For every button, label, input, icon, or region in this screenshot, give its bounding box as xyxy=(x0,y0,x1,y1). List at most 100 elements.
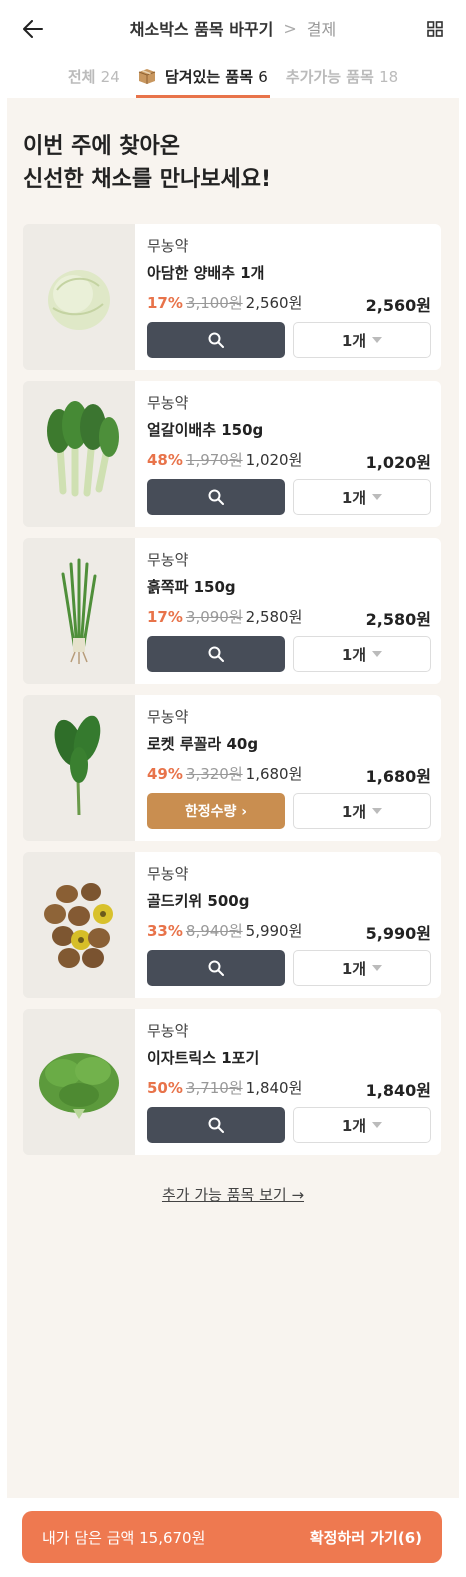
back-button[interactable] xyxy=(18,14,48,44)
caret-down-icon xyxy=(372,337,383,343)
product-image-chives[interactable] xyxy=(23,538,135,684)
item-total: 1,680원 xyxy=(365,767,431,786)
grid-icon xyxy=(427,21,443,37)
original-price: 3,100원 xyxy=(185,294,243,312)
tab-in-box[interactable]: 담겨있는 품목 6 xyxy=(135,56,270,98)
product-image-lettuce[interactable] xyxy=(23,1009,135,1155)
discount-rate: 49% xyxy=(147,765,183,783)
quantity-select[interactable]: 1개 xyxy=(293,322,431,358)
product-tag: 무농약 xyxy=(147,708,189,726)
discount-rate: 33% xyxy=(147,922,183,940)
search-button[interactable] xyxy=(147,1107,285,1143)
item-total: 2,580원 xyxy=(365,610,431,629)
quantity-value: 1개 xyxy=(341,802,367,821)
price-line: 50% 3,710원 1,840원 xyxy=(147,1077,302,1098)
quantity-select[interactable]: 1개 xyxy=(293,793,431,829)
tab-count: 6 xyxy=(258,68,268,86)
tab-label: 담겨있는 품목 xyxy=(165,68,254,86)
arrow-left-icon xyxy=(23,20,43,38)
sale-price: 1,020원 xyxy=(245,451,303,469)
product-card: 무농약 흙쪽파 150g 17% 3,090원 2,580원 2,580원 1개 xyxy=(23,538,441,684)
search-icon xyxy=(208,1117,224,1133)
search-icon xyxy=(208,489,224,505)
product-card: 무농약 골드키위 500g 33% 8,940원 5,990원 5,990원 1개 xyxy=(23,852,441,998)
breadcrumb-current: 채소박스 품목 바꾸기 xyxy=(129,20,274,39)
quantity-select[interactable]: 1개 xyxy=(293,479,431,515)
tab-bar: 전체 24 담겨있는 품목 6 추가가능 품목 18 xyxy=(0,56,466,98)
product-image-arugula[interactable] xyxy=(23,695,135,841)
headline-line-1: 이번 주에 찾아온 xyxy=(23,134,180,159)
sale-price: 1,680원 xyxy=(245,765,303,783)
discount-rate: 17% xyxy=(147,608,183,626)
product-image-bokchoy[interactable] xyxy=(23,381,135,527)
box-icon xyxy=(138,69,155,84)
item-total: 1,020원 xyxy=(365,453,431,472)
breadcrumb: 채소박스 품목 바꾸기 > 결제 xyxy=(130,16,336,40)
main-content: 이번 주에 찾아온 신선한 채소를 만나보세요! 무농약 아담한 양배추 1개 … xyxy=(7,98,459,1498)
quantity-select[interactable]: 1개 xyxy=(293,1107,431,1143)
confirm-button[interactable]: 내가 담은 금액 15,670원 확정하러 가기(6) xyxy=(22,1511,442,1563)
search-button[interactable] xyxy=(147,479,285,515)
price-line: 17% 3,090원 2,580원 xyxy=(147,606,302,627)
product-tag: 무농약 xyxy=(147,237,189,255)
caret-down-icon xyxy=(372,494,383,500)
tab-label: 추가가능 품목 xyxy=(285,68,374,86)
product-card: 무농약 아담한 양배추 1개 17% 3,100원 2,560원 2,560원 1개 xyxy=(23,224,441,370)
original-price: 8,940원 xyxy=(185,922,243,940)
original-price: 1,970원 xyxy=(185,451,243,469)
product-image-cabbage[interactable] xyxy=(23,224,135,370)
tab-count: 24 xyxy=(100,68,120,86)
product-name: 로켓 루꼴라 40g xyxy=(147,735,259,753)
limited-quantity-button[interactable]: 한정수량 › xyxy=(147,793,285,829)
quantity-select[interactable]: 1개 xyxy=(293,636,431,672)
discount-rate: 48% xyxy=(147,451,183,469)
product-name: 아담한 양배추 1개 xyxy=(147,264,265,282)
caret-down-icon xyxy=(372,651,383,657)
quantity-select[interactable]: 1개 xyxy=(293,950,431,986)
tab-addable[interactable]: 추가가능 품목 18 xyxy=(284,56,400,98)
search-button[interactable] xyxy=(147,322,285,358)
confirm-label: 확정하러 가기(6) xyxy=(309,1528,422,1547)
caret-down-icon xyxy=(372,1122,383,1128)
price-line: 17% 3,100원 2,560원 xyxy=(147,292,302,313)
search-button[interactable] xyxy=(147,636,285,672)
item-total: 1,840원 xyxy=(365,1081,431,1100)
caret-down-icon xyxy=(372,965,383,971)
search-icon xyxy=(208,960,224,976)
product-tag: 무농약 xyxy=(147,551,189,569)
caret-down-icon xyxy=(372,808,383,814)
breadcrumb-separator: > xyxy=(283,18,297,38)
tab-label: 전체 xyxy=(67,68,96,86)
product-name: 이자트릭스 1포기 xyxy=(147,1049,260,1067)
sale-price: 2,560원 xyxy=(245,294,303,312)
tab-count: 18 xyxy=(379,68,399,86)
grid-menu-button[interactable] xyxy=(422,16,448,42)
sale-price: 2,580원 xyxy=(245,608,303,626)
product-tag: 무농약 xyxy=(147,865,189,883)
quantity-value: 1개 xyxy=(341,1116,367,1135)
price-line: 48% 1,970원 1,020원 xyxy=(147,449,302,470)
product-tag: 무농약 xyxy=(147,1022,189,1040)
sale-price: 5,990원 xyxy=(245,922,303,940)
tab-all[interactable]: 전체 24 xyxy=(66,56,122,98)
cart-total-summary: 내가 담은 금액 15,670원 xyxy=(42,1528,206,1547)
product-card: 무농약 로켓 루꼴라 40g 49% 3,320원 1,680원 1,680원 한정… xyxy=(23,695,441,841)
product-tag: 무농약 xyxy=(147,394,189,412)
quantity-value: 1개 xyxy=(341,331,367,350)
bottom-bar: 내가 담은 금액 15,670원 확정하러 가기(6) xyxy=(0,1498,466,1577)
price-line: 49% 3,320원 1,680원 xyxy=(147,763,302,784)
product-image-kiwi[interactable] xyxy=(23,852,135,998)
product-card: 무농약 이자트릭스 1포기 50% 3,710원 1,840원 1,840원 1개 xyxy=(23,1009,441,1155)
search-button[interactable] xyxy=(147,950,285,986)
original-price: 3,320원 xyxy=(185,765,243,783)
discount-rate: 50% xyxy=(147,1079,183,1097)
product-name: 얼갈이배추 150g xyxy=(147,421,264,439)
view-addable-items-link[interactable]: 추가 가능 품목 보기 → xyxy=(7,1184,459,1205)
item-total: 5,990원 xyxy=(365,924,431,943)
quantity-value: 1개 xyxy=(341,645,367,664)
page-headline: 이번 주에 찾아온 신선한 채소를 만나보세요! xyxy=(23,130,271,196)
original-price: 3,090원 xyxy=(185,608,243,626)
breadcrumb-next: 결제 xyxy=(306,20,337,39)
price-line: 33% 8,940원 5,990원 xyxy=(147,920,302,941)
headline-line-2: 신선한 채소를 만나보세요! xyxy=(23,167,271,192)
